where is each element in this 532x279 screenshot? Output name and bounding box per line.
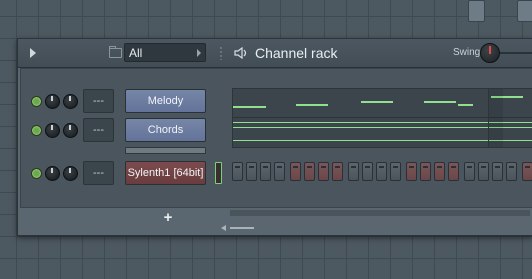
note — [296, 104, 328, 106]
pan-knob[interactable] — [45, 166, 60, 181]
step-button[interactable] — [260, 162, 271, 181]
rack-footer: + — [18, 208, 532, 235]
background-scrollbar[interactable] — [468, 0, 532, 22]
step-button[interactable] — [290, 162, 301, 181]
mixer-target[interactable]: --- — [83, 89, 114, 113]
mixer-target[interactable]: --- — [83, 118, 114, 142]
group-filter-select[interactable]: All — [124, 43, 206, 62]
step-button[interactable] — [492, 162, 503, 181]
scroll-thumb[interactable] — [468, 0, 485, 22]
pan-knob[interactable] — [45, 123, 60, 138]
step-button[interactable] — [464, 162, 475, 181]
add-channel-button[interactable]: + — [161, 210, 175, 225]
step-button[interactable] — [376, 162, 387, 181]
channel-button-sylenth1[interactable]: Sylenth1 [64bit] — [125, 161, 206, 185]
channel-select-led[interactable] — [215, 162, 222, 184]
step-button[interactable] — [434, 162, 445, 181]
channel-rack-window: All Channel rack Swing --- Melody --- Ch… — [17, 38, 532, 236]
note — [361, 101, 393, 103]
horizontal-scrollbar-track[interactable] — [230, 210, 530, 216]
step-button[interactable] — [362, 162, 373, 181]
title-bar[interactable]: All Channel rack Swing — [18, 39, 532, 68]
channel-separator — [125, 147, 206, 154]
mute-led[interactable] — [31, 168, 42, 179]
horizontal-scrollbar-thumb[interactable] — [230, 227, 254, 229]
options-menu-icon[interactable] — [30, 48, 36, 58]
note — [424, 101, 456, 103]
step-button[interactable] — [448, 162, 459, 181]
scroll-thumb[interactable] — [517, 0, 532, 22]
note — [458, 104, 473, 106]
step-button[interactable] — [246, 162, 257, 181]
volume-knob[interactable] — [63, 94, 78, 109]
step-button[interactable] — [522, 162, 532, 181]
mute-led[interactable] — [31, 96, 42, 107]
note — [233, 106, 266, 108]
scroll-left-icon[interactable] — [221, 225, 226, 231]
window-title: Channel rack — [255, 45, 338, 61]
mute-led[interactable] — [31, 125, 42, 136]
volume-knob[interactable] — [63, 166, 78, 181]
step-button[interactable] — [348, 162, 359, 181]
swing-label: Swing — [453, 47, 481, 58]
piano-roll-preview[interactable] — [232, 88, 532, 148]
speaker-icon — [234, 47, 247, 59]
channel-button-chords[interactable]: Chords — [125, 118, 206, 142]
mixer-target[interactable]: --- — [83, 161, 114, 185]
step-button[interactable] — [420, 162, 431, 181]
group-filter-value: All — [129, 46, 143, 60]
chevron-right-icon — [197, 49, 201, 57]
step-button[interactable] — [304, 162, 315, 181]
drag-handle[interactable] — [220, 46, 222, 60]
volume-knob[interactable] — [63, 123, 78, 138]
step-button[interactable] — [274, 162, 285, 181]
folder-icon — [109, 46, 122, 58]
swing-slider[interactable] — [500, 52, 532, 54]
step-button[interactable] — [390, 162, 401, 181]
channel-list: --- Melody --- Chords --- Sylenth1 [64bi… — [20, 68, 532, 208]
step-button[interactable] — [232, 162, 243, 181]
pattern-end-shade — [488, 89, 503, 147]
step-button[interactable] — [406, 162, 417, 181]
step-button[interactable] — [478, 162, 489, 181]
channel-button-melody[interactable]: Melody — [125, 89, 206, 113]
step-button[interactable] — [318, 162, 329, 181]
step-button[interactable] — [332, 162, 343, 181]
step-button[interactable] — [506, 162, 517, 181]
swing-knob[interactable] — [480, 43, 500, 63]
pan-knob[interactable] — [45, 94, 60, 109]
